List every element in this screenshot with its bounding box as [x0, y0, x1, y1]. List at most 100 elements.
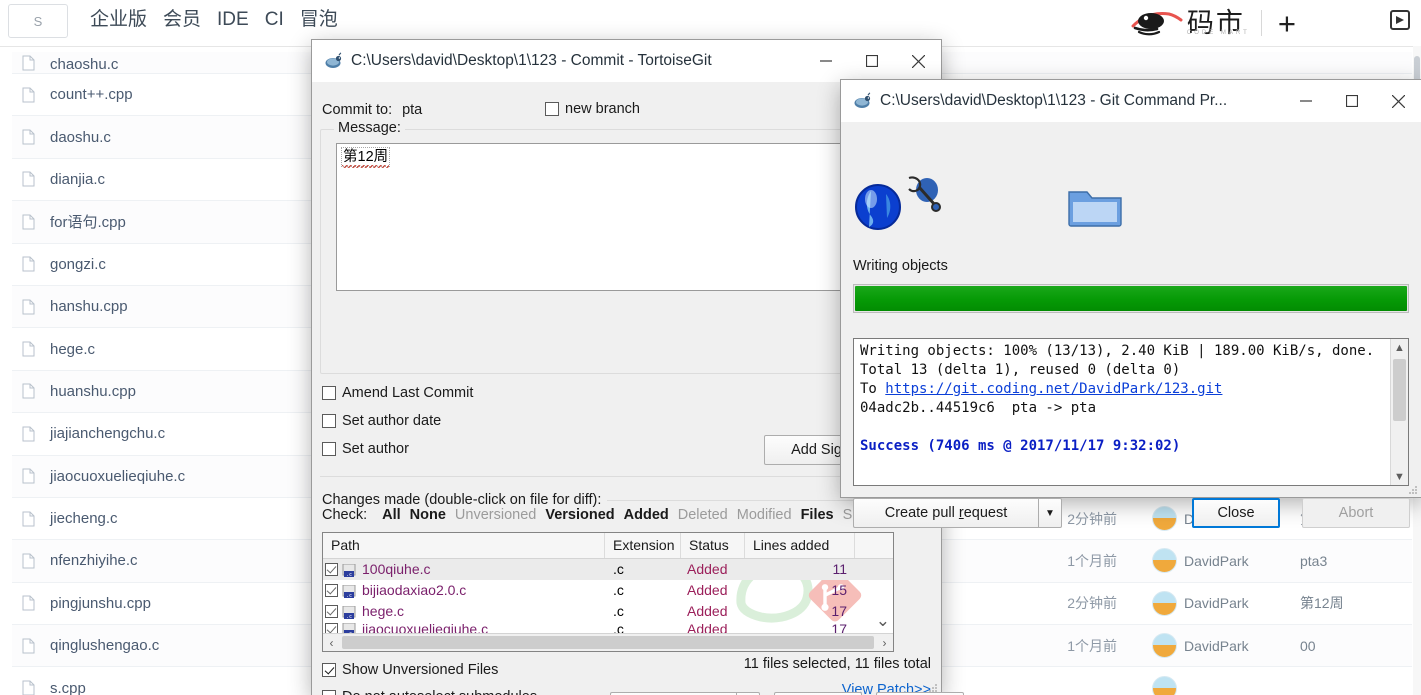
table-row[interactable]: .c bijiaodaxiao2.0.c .c Added 15	[323, 580, 893, 601]
table-row[interactable]: .c hege.c .c Added 17	[323, 601, 893, 622]
row-path: bijiaodaxiao2.0.c	[362, 582, 467, 598]
file-icon	[22, 214, 35, 230]
file-icon	[22, 468, 35, 484]
nav-item-maopao[interactable]: 冒泡	[300, 7, 338, 33]
nav-item-ci[interactable]: CI	[265, 7, 284, 33]
maximize-button[interactable]	[849, 40, 895, 82]
show-unversioned-files-checkbox[interactable]: Show Unversioned Files	[322, 662, 537, 678]
row-status: Added	[687, 603, 728, 619]
check-filter-files[interactable]: Files	[801, 507, 834, 523]
scroll-down-chevron-icon[interactable]: ⌄	[876, 611, 890, 631]
row-lines: 11	[832, 561, 847, 577]
progress-dialog-titlebar[interactable]: C:\Users\david\Desktop\1\123 - Git Comma…	[841, 80, 1421, 122]
codemart-mascot-icon	[1129, 8, 1185, 38]
file-list-hscrollbar[interactable]: ‹ ›	[323, 633, 893, 651]
checkbox-box[interactable]	[322, 690, 336, 695]
commit-dialog-titlebar[interactable]: C:\Users\david\Desktop\1\123 - Commit - …	[312, 40, 941, 82]
close-label: Close	[1217, 505, 1255, 521]
file-name: pingjunshu.cpp	[50, 594, 151, 612]
file-icon	[22, 341, 35, 357]
git-output-log[interactable]: Writing objects: 100% (13/13), 2.40 KiB …	[853, 338, 1409, 486]
commit-options: Amend Last Commit Set author date Set au…	[322, 385, 473, 457]
file-icon	[22, 638, 35, 654]
scroll-up-icon[interactable]: ▲	[1391, 339, 1408, 356]
checkbox-box[interactable]	[322, 442, 336, 456]
check-filter-added[interactable]: Added	[624, 507, 669, 523]
commit-message-input[interactable]: 第12周	[336, 143, 917, 291]
add-new-icon[interactable]: +	[1278, 8, 1296, 39]
commit-to-value[interactable]: pta	[402, 102, 422, 118]
create-pull-request-button[interactable]: Create pull request	[853, 498, 1038, 528]
commit-author[interactable]: DavidPark	[1184, 583, 1249, 624]
close-button[interactable]	[895, 40, 941, 82]
do-not-autoselect-submodules-checkbox[interactable]: Do not autoselect submodules	[322, 689, 537, 695]
column-header-status[interactable]: Status	[681, 533, 745, 558]
hscroll-thumb[interactable]	[342, 636, 874, 649]
set-author-date-checkbox[interactable]: Set author date	[322, 413, 473, 429]
progress-dialog-title: C:\Users\david\Desktop\1\123 - Git Comma…	[880, 92, 1228, 109]
close-dialog-button[interactable]: Close	[1192, 498, 1280, 528]
check-filter-unversioned[interactable]: Unversioned	[455, 507, 536, 523]
new-branch-checkbox[interactable]: new branch	[545, 101, 640, 117]
row-checkbox[interactable]	[325, 563, 338, 576]
row-checkbox[interactable]	[325, 605, 338, 618]
column-header-extension[interactable]: Extension	[605, 533, 681, 558]
minimize-button[interactable]	[803, 40, 849, 82]
nav-item-ide[interactable]: IDE	[217, 7, 249, 33]
nav-item-enterprise[interactable]: 企业版	[90, 7, 147, 33]
c-source-file-icon: .c	[342, 563, 358, 578]
row-extension: .c	[613, 582, 624, 598]
maximize-button[interactable]	[1329, 80, 1375, 122]
file-icon	[22, 87, 35, 103]
file-name: jiaocuoxuelieqiuhe.c	[50, 467, 186, 485]
create-pull-request-split-button[interactable]: Create pull request ▼	[853, 498, 1062, 528]
checkbox-box[interactable]	[322, 414, 336, 428]
scroll-right-icon[interactable]: ›	[876, 635, 893, 651]
scroll-left-icon[interactable]: ‹	[323, 635, 340, 651]
log-line-4: 04adc2b..44519c6 pta -> pta	[860, 400, 1097, 416]
notifications-icon[interactable]	[1387, 8, 1415, 36]
site-nav: 企业版 会员 IDE CI 冒泡	[90, 7, 338, 33]
checkbox-box[interactable]	[545, 102, 559, 116]
message-group-label: Message:	[334, 120, 405, 136]
row-checkbox[interactable]	[325, 584, 338, 597]
column-header-path[interactable]: Path	[323, 533, 605, 558]
commit-message: 第12周	[1300, 595, 1344, 612]
check-filter-none[interactable]: None	[410, 507, 446, 523]
check-filter-modified[interactable]: Modified	[737, 507, 792, 523]
remote-url-link[interactable]: https://git.coding.net/DavidPark/123.git	[885, 381, 1222, 397]
row-path: hege.c	[362, 603, 405, 619]
check-filter-versioned[interactable]: Versioned	[545, 507, 614, 523]
check-filter-all[interactable]: All	[382, 507, 401, 523]
log-scrollbar-thumb[interactable]	[1393, 359, 1406, 421]
close-button[interactable]	[1375, 80, 1421, 122]
minimize-button[interactable]	[1283, 80, 1329, 122]
create-pr-dropdown-arrow[interactable]: ▼	[1038, 498, 1062, 528]
nav-item-member[interactable]: 会员	[163, 7, 201, 33]
option-label: Show Unversioned Files	[342, 662, 499, 678]
table-row[interactable]: .c 100qiuhe.c .c Added 11	[323, 559, 893, 580]
commit-time: 2分钟前	[1067, 595, 1117, 612]
file-list-header: Path Extension Status Lines added	[323, 533, 893, 559]
commit-author[interactable]: DavidPark	[1184, 625, 1249, 666]
site-logo-letter: S	[33, 13, 43, 29]
checkbox-box[interactable]	[322, 386, 336, 400]
create-pull-request-label: Create pull request	[884, 505, 1008, 521]
commit-author[interactable]: DavidPark	[1184, 540, 1249, 581]
resize-grip-icon[interactable]	[926, 681, 938, 693]
column-header-lines[interactable]: Lines added	[745, 533, 855, 558]
amend-last-commit-checkbox[interactable]: Amend Last Commit	[322, 385, 473, 401]
check-filter-deleted[interactable]: Deleted	[678, 507, 728, 523]
resize-grip-icon[interactable]	[1406, 483, 1418, 495]
log-scrollbar[interactable]: ▲ ▼	[1390, 339, 1408, 485]
avatar	[1152, 583, 1177, 624]
file-icon	[22, 511, 35, 527]
site-logo[interactable]: S	[8, 4, 68, 38]
set-author-checkbox[interactable]: Set author	[322, 441, 473, 457]
changes-file-list[interactable]: Path Extension Status Lines added .c 100…	[322, 532, 894, 652]
file-name: for语句.cpp	[50, 214, 126, 232]
file-name: qinglushengao.c	[50, 637, 160, 655]
c-source-file-icon: .c	[342, 605, 358, 620]
checkbox-box[interactable]	[322, 663, 336, 677]
svg-text:.c: .c	[346, 572, 352, 578]
